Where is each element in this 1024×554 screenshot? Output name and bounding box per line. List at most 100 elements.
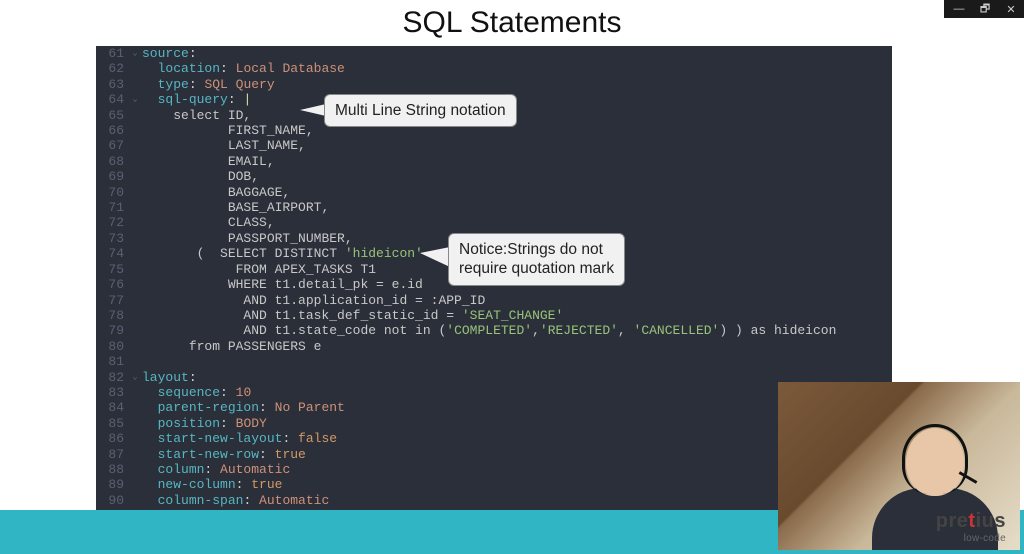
- line-number: 87: [96, 447, 128, 462]
- code-content: BAGGAGE,: [142, 185, 290, 200]
- fold-icon: [128, 293, 142, 308]
- code-line[interactable]: 85 position: BODY: [96, 416, 892, 431]
- fold-icon: [128, 339, 142, 354]
- code-content: sql-query: |: [142, 92, 251, 107]
- code-line[interactable]: 67 LAST_NAME,: [96, 138, 892, 153]
- line-number: 68: [96, 154, 128, 169]
- code-content: EMAIL,: [142, 154, 275, 169]
- line-number: 64: [96, 92, 128, 107]
- code-line[interactable]: 61⌄source:: [96, 46, 892, 61]
- code-line[interactable]: 89 new-column: true: [96, 477, 892, 492]
- line-number: 86: [96, 431, 128, 446]
- fold-icon: [128, 493, 142, 508]
- line-number: 75: [96, 262, 128, 277]
- code-line[interactable]: 77 AND t1.application_id = :APP_ID: [96, 293, 892, 308]
- line-number: 83: [96, 385, 128, 400]
- fold-icon: [128, 246, 142, 261]
- slide-title: SQL Statements: [0, 0, 1024, 48]
- code-line[interactable]: 88 column: Automatic: [96, 462, 892, 477]
- code-line[interactable]: 72 CLASS,: [96, 215, 892, 230]
- line-number: 65: [96, 108, 128, 123]
- code-line[interactable]: 79 AND t1.state_code not in ('COMPLETED'…: [96, 323, 892, 338]
- callout-multiline-string: Multi Line String notation: [324, 94, 517, 127]
- fold-icon: [128, 262, 142, 277]
- code-content: BASE_AIRPORT,: [142, 200, 329, 215]
- code-content: parent-region: No Parent: [142, 400, 345, 415]
- fold-icon: [128, 61, 142, 76]
- window-titlebar: — 🗗 ✕: [944, 0, 1024, 18]
- fold-icon: [128, 477, 142, 492]
- fold-icon: [128, 354, 142, 369]
- code-line[interactable]: 69 DOB,: [96, 169, 892, 184]
- line-number: 81: [96, 354, 128, 369]
- fold-icon: [128, 431, 142, 446]
- fold-icon: [128, 138, 142, 153]
- window-close-button[interactable]: ✕: [998, 3, 1024, 16]
- code-content: column-span: Automatic: [142, 493, 329, 508]
- logo-subtitle: low-code: [936, 533, 1006, 544]
- line-number: 62: [96, 61, 128, 76]
- line-number: 74: [96, 246, 128, 261]
- code-line[interactable]: 82⌄layout:: [96, 370, 892, 385]
- code-line[interactable]: 68 EMAIL,: [96, 154, 892, 169]
- fold-icon: [128, 400, 142, 415]
- code-line[interactable]: 86 start-new-layout: false: [96, 431, 892, 446]
- code-content: source:: [142, 46, 197, 61]
- line-number: 79: [96, 323, 128, 338]
- fold-icon: [128, 108, 142, 123]
- callout-no-quotes: Notice:Strings do not require quotation …: [448, 233, 625, 286]
- code-line[interactable]: 80 from PASSENGERS e: [96, 339, 892, 354]
- code-line[interactable]: 62 location: Local Database: [96, 61, 892, 76]
- fold-icon[interactable]: ⌄: [128, 46, 142, 61]
- fold-icon: [128, 385, 142, 400]
- code-line[interactable]: 83 sequence: 10: [96, 385, 892, 400]
- code-content: CLASS,: [142, 215, 275, 230]
- code-content: type: SQL Query: [142, 77, 275, 92]
- fold-icon: [128, 462, 142, 477]
- fold-icon[interactable]: ⌄: [128, 92, 142, 107]
- line-number: 80: [96, 339, 128, 354]
- fold-icon: [128, 215, 142, 230]
- code-line[interactable]: 84 parent-region: No Parent: [96, 400, 892, 415]
- code-line[interactable]: 81: [96, 354, 892, 369]
- line-number: 90: [96, 493, 128, 508]
- logo-text: pre: [936, 510, 969, 532]
- code-line[interactable]: 63 type: SQL Query: [96, 77, 892, 92]
- code-content: WHERE t1.detail_pk = e.id: [142, 277, 423, 292]
- code-line[interactable]: 90 column-span: Automatic: [96, 493, 892, 508]
- fold-icon: [128, 154, 142, 169]
- code-content: sequence: 10: [142, 385, 251, 400]
- code-line[interactable]: 87 start-new-row: true: [96, 447, 892, 462]
- fold-icon: [128, 231, 142, 246]
- window-minimize-button[interactable]: —: [946, 3, 972, 15]
- line-number: 88: [96, 462, 128, 477]
- fold-icon: [128, 185, 142, 200]
- code-content: FIRST_NAME,: [142, 123, 314, 138]
- code-content: AND t1.application_id = :APP_ID: [142, 293, 485, 308]
- logo-text: ius: [976, 510, 1006, 532]
- code-line[interactable]: 71 BASE_AIRPORT,: [96, 200, 892, 215]
- line-number: 85: [96, 416, 128, 431]
- code-content: from PASSENGERS e: [142, 339, 321, 354]
- code-content: column: Automatic: [142, 462, 290, 477]
- code-content: FROM APEX_TASKS T1: [142, 262, 376, 277]
- code-content: location: Local Database: [142, 61, 345, 76]
- fold-icon[interactable]: ⌄: [128, 370, 142, 385]
- webcam-overlay: pretius low-code: [778, 382, 1020, 550]
- code-content: position: BODY: [142, 416, 267, 431]
- window-maximize-button[interactable]: 🗗: [972, 0, 998, 19]
- fold-icon: [128, 200, 142, 215]
- code-content: LAST_NAME,: [142, 138, 306, 153]
- code-content: DOB,: [142, 169, 259, 184]
- code-line[interactable]: 70 BAGGAGE,: [96, 185, 892, 200]
- callout-tail: [300, 104, 326, 116]
- line-number: 72: [96, 215, 128, 230]
- brand-logo: pretius low-code: [936, 510, 1006, 544]
- fold-icon: [128, 416, 142, 431]
- code-content: start-new-row: true: [142, 447, 306, 462]
- code-line[interactable]: 78 AND t1.task_def_static_id = 'SEAT_CHA…: [96, 308, 892, 323]
- line-number: 61: [96, 46, 128, 61]
- line-number: 89: [96, 477, 128, 492]
- line-number: 69: [96, 169, 128, 184]
- line-number: 70: [96, 185, 128, 200]
